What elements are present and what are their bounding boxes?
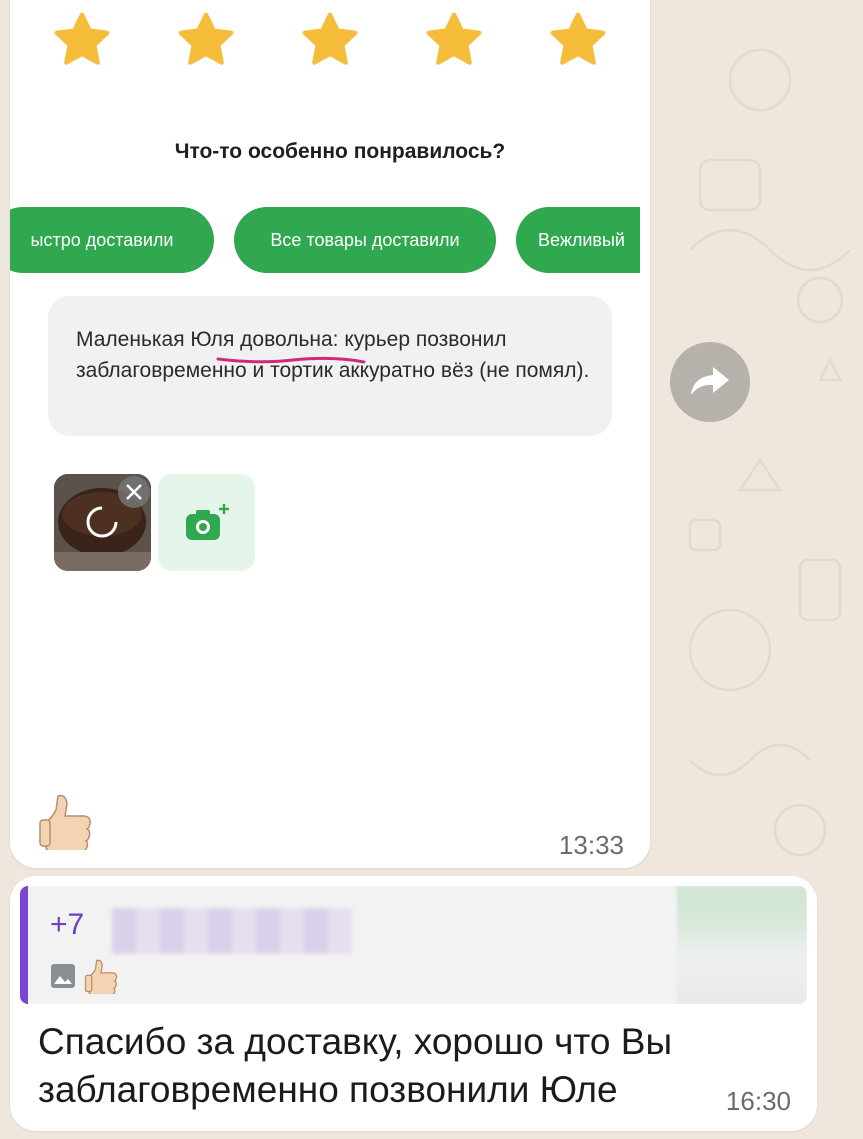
star-rating <box>50 8 630 76</box>
quoted-image-thumbnail <box>677 886 807 1004</box>
thumbs-up-reaction-icon[interactable] <box>38 792 92 850</box>
forward-arrow-icon <box>691 367 729 395</box>
quote-sender: +7 <box>50 908 85 941</box>
forward-button[interactable] <box>670 342 750 422</box>
reply-message-bubble[interactable]: +7 Спасибо за доставку, хорошо что Вы за… <box>10 876 817 1131</box>
redacted-phone-number <box>112 908 352 954</box>
message-text: Спасибо за доставку, хорошо что Вы забла… <box>38 1021 673 1110</box>
message-time: 16:30 <box>725 1086 791 1116</box>
image-message-bubble[interactable]: Что-то особенно понравилось? ыстро доста… <box>10 0 650 868</box>
add-photo-button[interactable] <box>158 474 255 571</box>
photo-icon <box>51 964 75 988</box>
message-time: 13:33 <box>558 830 624 860</box>
comment-box: Маленькая Юля довольна: курьер позвонил … <box>48 296 612 436</box>
star-icon <box>546 8 610 72</box>
quote-accent-bar <box>20 886 28 1004</box>
star-icon <box>298 8 362 72</box>
star-icon <box>174 8 238 72</box>
chip-fast-delivery: ыстро доставили <box>10 207 214 273</box>
chip-all-items: Все товары доставили <box>234 207 496 273</box>
star-icon <box>422 8 486 72</box>
question-heading: Что-то особенно понравилось? <box>174 140 506 163</box>
cake-photo-thumbnail <box>54 474 151 571</box>
camera-plus-icon <box>185 503 229 540</box>
chip-row: ыстро доставили Все товары доставили Веж… <box>10 207 640 275</box>
quoted-message[interactable]: +7 <box>20 886 807 1004</box>
handwritten-underline <box>216 356 366 364</box>
quote-preview <box>50 958 118 994</box>
review-screenshot[interactable]: Что-то особенно понравилось? ыстро доста… <box>10 0 640 590</box>
chip-polite: Вежливый <box>516 207 640 273</box>
thumbs-up-icon <box>84 959 118 994</box>
star-icon <box>50 8 114 72</box>
